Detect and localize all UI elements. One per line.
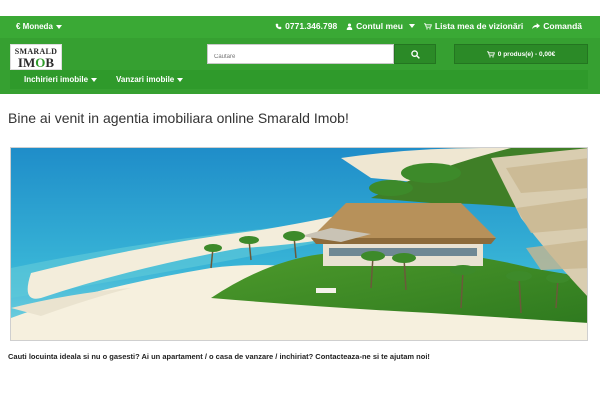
cart-label: 0 produs(e) - 0,00€ [497,50,556,58]
nav-item-vanzari[interactable]: Vanzari imobile [116,75,184,84]
logo-part-a: IM [17,55,36,70]
nav-item-inchirieri[interactable]: Inchirieri imobile [24,75,98,84]
phone-icon [275,23,282,29]
currency-label: € Moneda [16,22,53,31]
page-title: Bine ai venit in agentia imobiliara onli… [8,110,349,126]
share-icon [532,22,541,29]
logo-line2: IMOB [11,56,61,69]
search-icon [410,49,420,59]
nav-item-label: Vanzari imobile [116,75,175,84]
chevron-down-icon [177,77,184,82]
hero-image [11,148,587,340]
logo-part-b: B [45,55,55,70]
main-nav: Inchirieri imobile Vanzari imobile [10,70,588,89]
chevron-down-icon [408,24,415,28]
wishlist-link[interactable]: Lista mea de vizionări [423,21,524,31]
hero-banner [10,147,588,341]
currency-dropdown[interactable]: € Moneda [16,22,62,31]
cart-icon [423,22,432,29]
logo[interactable]: SMARALD IMOB [10,44,62,70]
checkout-link[interactable]: Comandă [532,21,582,31]
nav-item-label: Inchirieri imobile [24,75,89,84]
account-label: Contul meu [356,21,403,31]
search-button[interactable] [394,44,436,64]
checkout-label: Comandă [543,21,582,31]
tagline: Cauti locuinta ideala si nu o gasesti? A… [8,352,430,361]
chevron-down-icon [55,24,62,29]
phone-number: 0771.346.798 [285,21,338,31]
cart-button[interactable]: 0 produs(e) - 0,00€ [454,44,588,64]
search-input[interactable] [207,44,394,64]
account-menu[interactable]: Contul meu [346,21,415,31]
logo-part-o: O [35,55,46,70]
top-bar: € Moneda 0771.346.798 Contul meu Lista m… [0,16,600,38]
phone-link[interactable]: 0771.346.798 [275,21,337,31]
wishlist-label: Lista mea de vizionări [434,21,524,31]
cart-icon [486,50,495,57]
chevron-down-icon [91,77,98,82]
user-icon [346,23,353,30]
